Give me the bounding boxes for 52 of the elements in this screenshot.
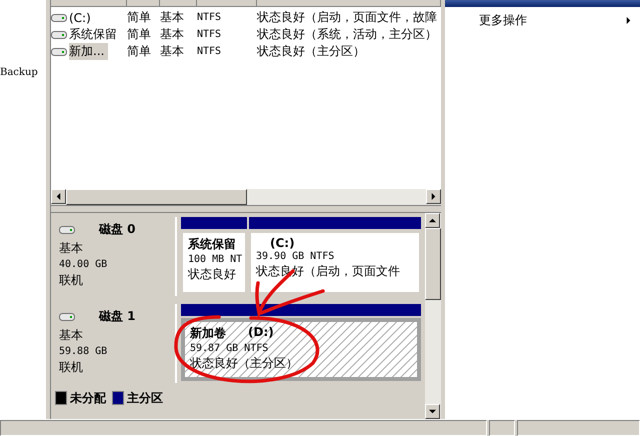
- partition-block[interactable]: 新加卷 (D:) 59.87 GB NTFS 状态良好（主分区）: [181, 318, 421, 381]
- partition-name: 新加卷: [190, 325, 226, 342]
- drive-icon: [51, 47, 67, 56]
- scroll-right-icon: [430, 193, 437, 200]
- disk-state: 联机: [59, 359, 84, 376]
- partition-block[interactable]: 系统保留 100 MB NT 状态良好: [181, 231, 247, 294]
- type-cell-text: 基本: [160, 26, 185, 43]
- scroll-down-icon: [429, 408, 436, 415]
- legend-label: 主分区: [127, 390, 163, 406]
- drive-icon: [59, 312, 75, 321]
- submenu-arrow-icon: [625, 17, 632, 24]
- partition-size: 100 MB NT: [188, 254, 240, 265]
- disk-name: 磁盘 1: [99, 308, 136, 325]
- partition-name: 系统保留: [188, 236, 236, 253]
- disk-type: 基本: [59, 240, 84, 257]
- filesystem-cell-text: NTFS: [197, 12, 222, 23]
- scroll-left-icon: [55, 193, 62, 200]
- legend-label: 未分配: [70, 390, 106, 406]
- filesystem-cell-text: NTFS: [197, 46, 222, 57]
- partition-status: 状态良好: [188, 266, 237, 283]
- drive-icon: [51, 30, 67, 39]
- partition-size: 59.87 GB NTFS: [190, 343, 270, 354]
- status-cell-text: 状态良好（主分区）: [257, 43, 366, 60]
- type-cell-text: 基本: [160, 9, 185, 26]
- drive-letter: (C:): [270, 236, 295, 250]
- horizontal-scrollbar[interactable]: [51, 188, 441, 205]
- filesystem-cell-text: NTFS: [197, 29, 222, 40]
- drive-letter: (D:): [248, 325, 274, 341]
- scroll-up-icon: [429, 217, 436, 224]
- type-cell-text: 基本: [160, 43, 185, 60]
- status-cell-text: 状态良好（系统，活动，主分区）: [257, 26, 438, 43]
- more-actions-item[interactable]: 更多操作: [445, 7, 640, 29]
- partition-size: 39.90 GB NTFS: [256, 251, 336, 262]
- drive-icon: [59, 225, 75, 234]
- status-cell-text: 状态良好（启动，页面文件，故障: [257, 9, 438, 26]
- layout-cell-text: 简单: [127, 43, 152, 60]
- partition-status: 状态良好（主分区）: [190, 355, 299, 372]
- partition-bar: [181, 217, 247, 229]
- disk-size: 40.00 GB: [59, 259, 108, 270]
- status-bar-pane: [488, 420, 515, 436]
- disk-size: 59.88 GB: [59, 346, 108, 357]
- layout-cell-text: 简单: [127, 26, 152, 43]
- tree-item-label[interactable]: Backup: [0, 67, 38, 78]
- disk-type: 基本: [59, 327, 84, 344]
- volume-name[interactable]: 新加...: [69, 43, 108, 60]
- drive-icon: [51, 13, 67, 22]
- disk-name: 磁盘 0: [99, 221, 136, 238]
- vertical-scrollbar[interactable]: [425, 213, 441, 419]
- volume-name[interactable]: (C:): [69, 10, 95, 24]
- disk-state: 联机: [59, 272, 84, 289]
- layout-cell-text: 简单: [127, 9, 152, 26]
- volume-name[interactable]: 系统保留: [69, 26, 121, 43]
